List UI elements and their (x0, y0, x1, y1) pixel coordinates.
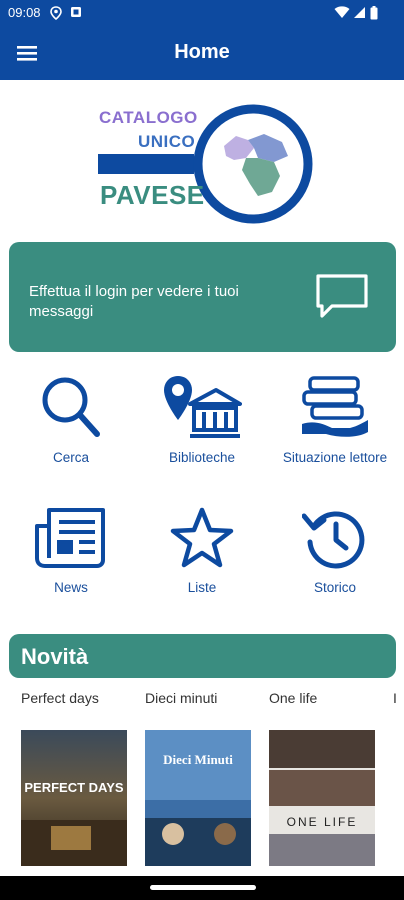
library-location-icon (164, 376, 242, 438)
status-time: 09:08 (8, 5, 41, 20)
grid-label-news: News (54, 580, 88, 595)
grid-item-storico[interactable]: Storico (268, 506, 402, 595)
book-item[interactable]: Dieci minuti Dieci Minuti (145, 690, 260, 866)
history-icon (302, 511, 365, 569)
app-bar: Home (0, 26, 404, 80)
messages-card[interactable]: Effettua il login per vedere i tuoi mess… (9, 242, 396, 352)
grid-label-storico: Storico (313, 580, 357, 595)
book-cover-one-life[interactable]: ONE LIFE (269, 730, 375, 866)
novita-header: Novità (9, 634, 396, 678)
books-hand-icon (302, 376, 368, 437)
book-title: One life (269, 690, 318, 706)
book-item-partial[interactable]: I (393, 690, 404, 710)
grid-item-liste[interactable]: Liste (135, 506, 269, 595)
cover-text-perfect-days: PERFECT DAYS (24, 780, 124, 795)
wifi-icon (334, 6, 350, 18)
grid-item-biblioteche[interactable]: Biblioteche (135, 374, 269, 465)
logo-text-pavese: PAVESE (100, 180, 205, 210)
grid-label-situazione-lettore: Situazione lettore (282, 450, 388, 465)
login-message: Effettua il login per vedere i tuoi mess… (29, 283, 239, 320)
book-cover-dieci-minuti[interactable]: Dieci Minuti (145, 730, 251, 866)
status-bar: 09:08 (0, 0, 404, 26)
grid-label-biblioteche: Biblioteche (168, 450, 236, 465)
logo-text-catalogo: CATALOGO (99, 108, 198, 127)
signal-icon (354, 7, 365, 18)
star-icon (170, 507, 234, 568)
book-item[interactable]: One life ONE LIFE (269, 690, 384, 866)
newspaper-icon (35, 508, 105, 568)
battery-icon (370, 6, 378, 20)
chat-bubble-icon (316, 274, 368, 318)
grid-item-cerca[interactable]: Cerca (4, 374, 138, 465)
book-title: Perfect days (21, 690, 99, 706)
cover-text-dieci-minuti: Dieci Minuti (163, 752, 233, 767)
logo-text-unico: UNICO (138, 132, 196, 151)
notification-status-icon (71, 7, 81, 17)
grid-item-situazione-lettore[interactable]: Situazione lettore (268, 374, 402, 465)
home-gesture-handle[interactable] (150, 885, 256, 890)
grid-item-news[interactable]: News (4, 506, 138, 595)
book-title: Dieci minuti (145, 690, 218, 706)
cover-text-one-life: ONE LIFE (287, 815, 358, 829)
novita-title: Novità (21, 644, 89, 669)
grid-label-cerca: Cerca (52, 450, 89, 465)
page-title: Home (174, 41, 230, 63)
search-icon (42, 377, 100, 437)
book-cover-perfect-days[interactable]: PERFECT DAYS (21, 730, 127, 866)
catalogo-logo: CATALOGO UNICO PAVESE (96, 100, 316, 228)
book-item[interactable]: Perfect days PERFECT DAYS (21, 690, 136, 866)
grid-label-liste: Liste (187, 580, 217, 595)
location-status-icon (50, 6, 62, 20)
system-navigation-bar (0, 876, 404, 900)
